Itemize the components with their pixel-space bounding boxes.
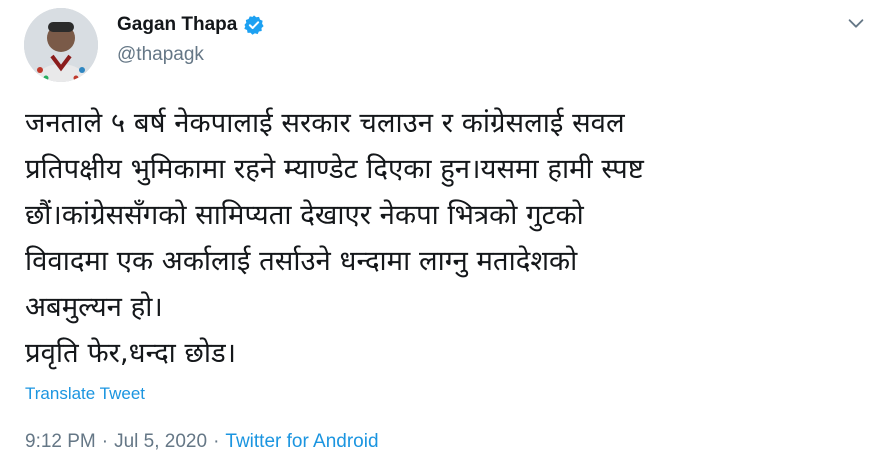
tweet-card: Gagan Thapa @thapagk जनताले ५ बर्ष नेकपा… xyxy=(0,0,885,475)
tweet-date[interactable]: Jul 5, 2020 xyxy=(114,431,207,453)
tweet-time[interactable]: 9:12 PM xyxy=(25,431,96,453)
avatar-image xyxy=(24,8,98,82)
tweet-text-line: विवादमा एक अर्कालाई तर्साउने धन्दामा लाग… xyxy=(25,245,578,277)
separator-dot: · xyxy=(101,431,109,452)
author-handle[interactable]: @thapagk xyxy=(117,44,204,66)
translate-tweet-link[interactable]: Translate Tweet xyxy=(25,384,145,404)
tweet-text-line: अबमुल्यन हो। xyxy=(25,291,163,323)
avatar[interactable] xyxy=(24,8,98,82)
author-name-row[interactable]: Gagan Thapa xyxy=(117,14,265,36)
chevron-down-icon[interactable] xyxy=(845,12,867,34)
separator-dot: · xyxy=(213,431,220,452)
verified-badge-icon xyxy=(243,14,265,36)
tweet-text-line: प्रतिपक्षीय भुमिकामा रहने म्याण्डेट दिएक… xyxy=(25,153,644,185)
tweet-text: जनताले ५ बर्ष नेकपालाई सरकार चलाउन र कां… xyxy=(25,100,865,376)
tweet-metadata: 9:12 PM · Jul 5, 2020 · Twitter for Andr… xyxy=(25,431,379,453)
tweet-text-line: प्रवृति फेर,धन्दा छोड। xyxy=(25,337,237,369)
author-name[interactable]: Gagan Thapa xyxy=(117,14,237,36)
tweet-source-link[interactable]: Twitter for Android xyxy=(225,431,378,453)
tweet-text-line: जनताले ५ बर्ष नेकपालाई सरकार चलाउन र कां… xyxy=(25,107,625,139)
tweet-text-line: छौं।कांग्रेससँगको सामिप्यता देखाएर नेकपा… xyxy=(25,199,584,231)
